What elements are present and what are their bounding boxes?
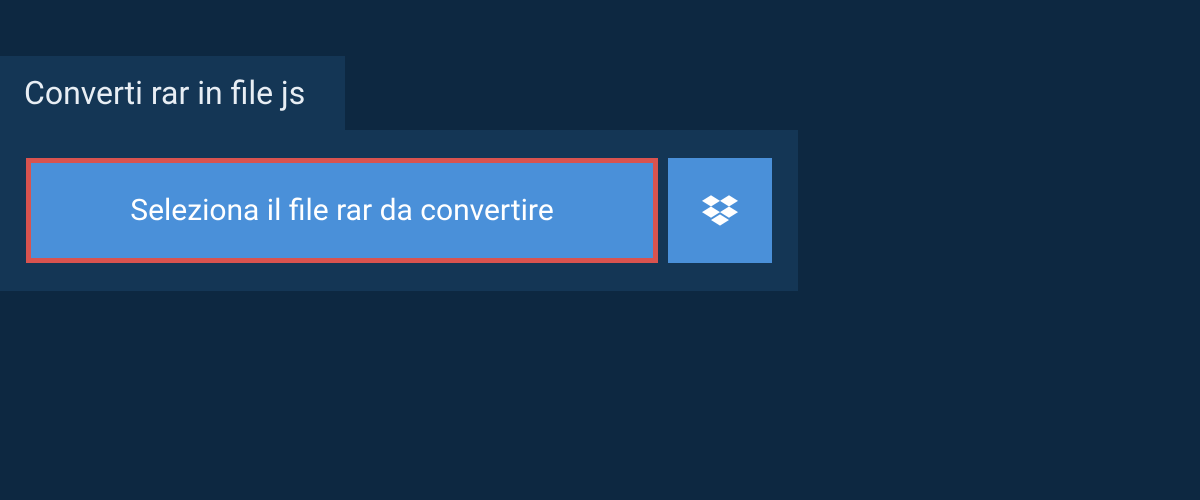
upload-panel: Seleziona il file rar da convertire bbox=[0, 130, 798, 291]
select-file-button[interactable]: Seleziona il file rar da convertire bbox=[26, 158, 658, 263]
dropbox-icon bbox=[702, 193, 738, 229]
tab-header: Converti rar in file js bbox=[0, 56, 345, 130]
page-title: Converti rar in file js bbox=[24, 74, 305, 112]
dropbox-button[interactable] bbox=[668, 158, 772, 263]
